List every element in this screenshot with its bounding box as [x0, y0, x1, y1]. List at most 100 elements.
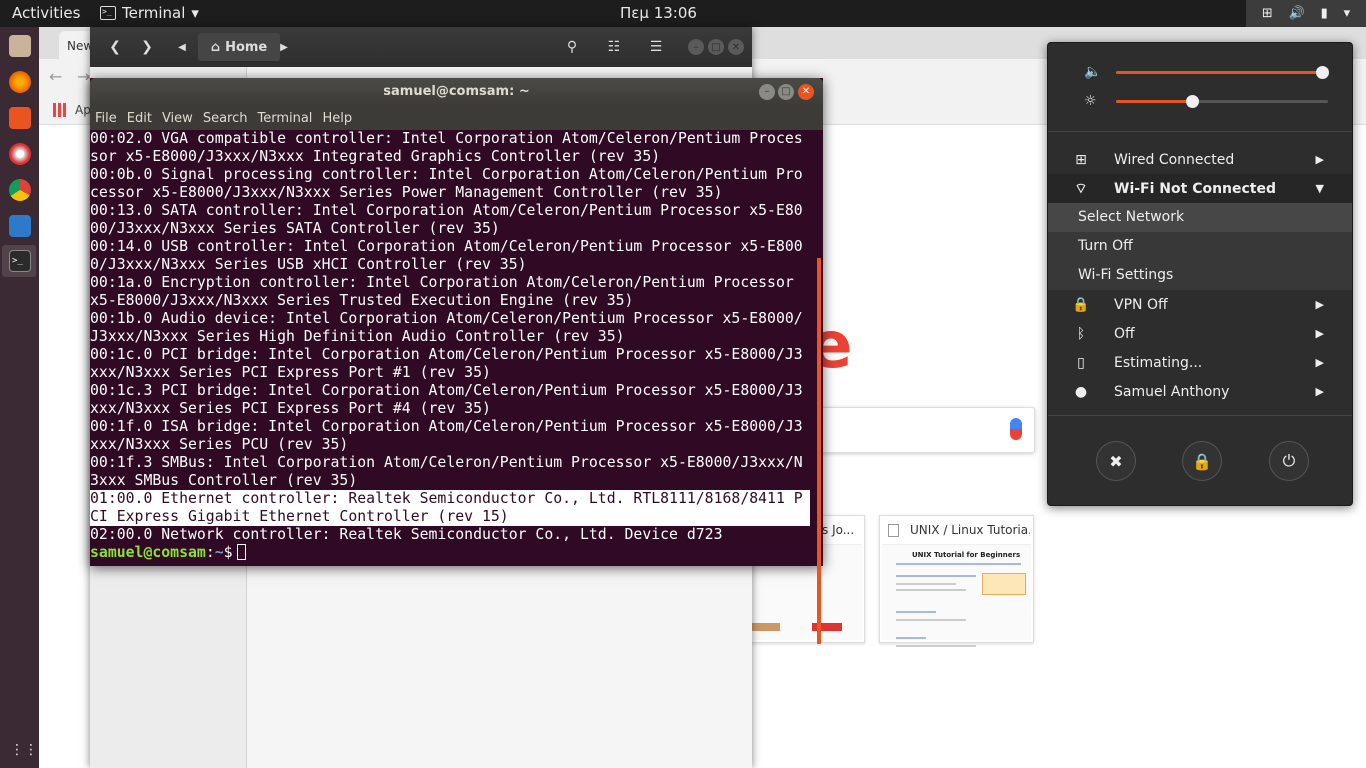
- firefox-icon[interactable]: [9, 71, 31, 93]
- chevron-right-icon: ▶: [1315, 327, 1324, 340]
- software-center-icon[interactable]: [9, 107, 31, 129]
- most-visited-tile[interactable]: UNIX / Linux Tutoria... UNIX Tutorial fo…: [879, 515, 1034, 647]
- vpn-item[interactable]: 🔒 VPN Off ▶: [1048, 290, 1352, 319]
- terminal-scrollbar[interactable]: [817, 258, 821, 644]
- minimize-icon[interactable]: –: [688, 39, 704, 55]
- maximize-icon[interactable]: □: [708, 39, 724, 55]
- prompt-path: ~: [214, 544, 224, 561]
- terminal-line: 00/J3xxx/N3xxx Series SATA Controller (r…: [90, 220, 500, 237]
- path-right-icon[interactable]: ▶: [276, 33, 292, 61]
- brightness-icon: ☼: [1084, 93, 1097, 109]
- microphone-icon[interactable]: [1010, 418, 1022, 440]
- menu-edit[interactable]: Edit: [127, 111, 152, 126]
- search-icon[interactable]: ⚲: [558, 33, 586, 61]
- terminal-line: x5-E8000/J3xxx/N3xxx Series Trusted Exec…: [90, 292, 634, 309]
- volume-slider-fill: [1116, 71, 1322, 74]
- maximize-icon[interactable]: □: [778, 84, 794, 100]
- chevron-right-icon: ▶: [1315, 385, 1324, 398]
- menu-file[interactable]: File: [95, 111, 117, 126]
- hamburger-menu-icon[interactable]: ☰: [642, 33, 670, 61]
- menu-view[interactable]: View: [162, 111, 193, 126]
- app-menu-label: Terminal: [122, 4, 186, 22]
- app-menu[interactable]: >_ Terminal ▾: [100, 4, 199, 22]
- terminal-menubar: File Edit View Search Terminal Help: [90, 106, 823, 130]
- volume-slider[interactable]: [1116, 66, 1329, 79]
- terminal-prompt: samuel@comsam:~$: [90, 544, 810, 562]
- forward-arrow-icon[interactable]: →: [77, 67, 90, 86]
- back-arrow-icon[interactable]: ←: [49, 67, 62, 86]
- menu-search[interactable]: Search: [203, 111, 248, 126]
- home-icon: ⌂: [210, 39, 221, 55]
- terminal-line: sor x5-E8000/J3xxx/N3xxx Integrated Grap…: [90, 148, 661, 165]
- prompt-symbol: $: [223, 544, 233, 561]
- system-tray[interactable]: ⊞ 🔊 ▮ ▾: [1246, 0, 1366, 27]
- terminal-line: 00:1c.3 PCI bridge: Intel Corporation At…: [90, 382, 803, 399]
- terminal-line: xxx/N3xxx Series PCI Express Port #4 (re…: [90, 400, 491, 417]
- power-icon: ⏻: [1282, 451, 1296, 470]
- terminal-line: 02:00.0 Network controller: Realtek Semi…: [90, 526, 723, 543]
- lock-button[interactable]: 🔒: [1182, 441, 1222, 481]
- prompt-user: samuel@comsam: [90, 544, 206, 561]
- terminal-line: 00:13.0 SATA controller: Intel Corporati…: [90, 202, 803, 219]
- minimize-icon[interactable]: –: [759, 84, 775, 100]
- vpn-label: VPN Off: [1114, 296, 1168, 313]
- terminal-output[interactable]: 00:02.0 VGA compatible controller: Intel…: [90, 130, 810, 566]
- brightness-slider[interactable]: [1116, 95, 1328, 108]
- menu-help[interactable]: Help: [322, 111, 352, 126]
- apps-bookmark[interactable]: Ap: [75, 103, 91, 117]
- activities-button[interactable]: Activities: [12, 4, 80, 22]
- brightness-slider-knob[interactable]: [1186, 95, 1200, 108]
- terminal-line: xxx/N3xxx Series PCI Express Port #1 (re…: [90, 364, 491, 381]
- view-list-icon[interactable]: ☷: [600, 33, 628, 61]
- apps-grid-icon[interactable]: [53, 103, 67, 117]
- volume-row: 🔈: [1048, 58, 1352, 86]
- battery-item[interactable]: ▯ Estimating... ▶: [1048, 348, 1352, 377]
- terminal-icon[interactable]: >_: [9, 250, 31, 272]
- network-icon: ⊞: [1261, 6, 1273, 21]
- home-path-button[interactable]: ⌂ Home: [198, 33, 280, 61]
- user-icon: ●: [1074, 383, 1088, 400]
- tile-title: s Jo...: [822, 523, 855, 537]
- tools-icon: ✖: [1109, 451, 1123, 471]
- chevron-right-icon: ▶: [1315, 298, 1324, 311]
- tile-preview-heading: UNIX Tutorial for Beginners: [912, 551, 1021, 559]
- wifi-item[interactable]: ⌔ Wi-Fi Not Connected ▼: [1048, 174, 1352, 203]
- close-icon[interactable]: ✕: [798, 84, 814, 100]
- document-icon: [888, 524, 899, 537]
- bluetooth-item[interactable]: ᛒ Off ▶: [1048, 319, 1352, 348]
- settings-icon[interactable]: [9, 143, 31, 165]
- menu-terminal[interactable]: Terminal: [257, 111, 312, 126]
- wifi-settings[interactable]: Wi-Fi Settings: [1048, 261, 1352, 290]
- terminal-title: samuel@comsam: ~: [383, 84, 530, 99]
- chevron-down-icon: ▾: [1343, 6, 1351, 21]
- terminal-titlebar[interactable]: samuel@comsam: ~: [90, 78, 823, 106]
- path-left-icon[interactable]: ◀: [174, 33, 190, 61]
- system-menu: 🔈 ☼ ⊞ Wired Connected ▶ ⌔ Wi-Fi Not Conn…: [1047, 42, 1353, 506]
- settings-button[interactable]: ✖: [1096, 441, 1136, 481]
- power-button[interactable]: ⏻: [1269, 441, 1309, 481]
- battery-label: Estimating...: [1114, 354, 1203, 371]
- terminal-line-selected: 01:00.0 Ethernet controller: Realtek Sem…: [90, 490, 810, 508]
- vpn-icon: 🔒: [1072, 296, 1090, 313]
- close-icon[interactable]: ✕: [728, 39, 744, 55]
- back-chevron-icon[interactable]: ❮: [104, 33, 126, 61]
- user-item[interactable]: ● Samuel Anthony ▶: [1048, 377, 1352, 406]
- terminal-line: cessor x5-E8000/J3xxx/N3xxx Series Power…: [90, 184, 723, 201]
- volume-slider-knob[interactable]: [1315, 66, 1329, 79]
- terminal-icon: >_: [100, 6, 116, 20]
- wifi-select-network[interactable]: Select Network: [1048, 203, 1352, 232]
- wifi-turn-off[interactable]: Turn Off: [1048, 232, 1352, 261]
- forward-chevron-icon[interactable]: ❯: [136, 33, 158, 61]
- user-label: Samuel Anthony: [1114, 383, 1230, 400]
- vscode-icon[interactable]: [9, 215, 31, 237]
- dock: >_ ⋮⋮⋮: [0, 27, 52, 768]
- clock[interactable]: Πεμ 13:06: [620, 4, 697, 22]
- files-icon[interactable]: [9, 35, 31, 57]
- chrome-icon[interactable]: [9, 179, 31, 201]
- terminal-window: samuel@comsam: ~ – □ ✕ File Edit View Se…: [90, 78, 823, 644]
- wired-connection-item[interactable]: ⊞ Wired Connected ▶: [1048, 145, 1352, 174]
- wired-network-icon: ⊞: [1075, 151, 1087, 168]
- top-bar: Activities >_ Terminal ▾ Πεμ 13:06 ⊞ 🔊 ▮…: [0, 0, 1366, 27]
- terminal-line: 00:0b.0 Signal processing controller: In…: [90, 166, 803, 183]
- bluetooth-icon: ᛒ: [1076, 325, 1086, 342]
